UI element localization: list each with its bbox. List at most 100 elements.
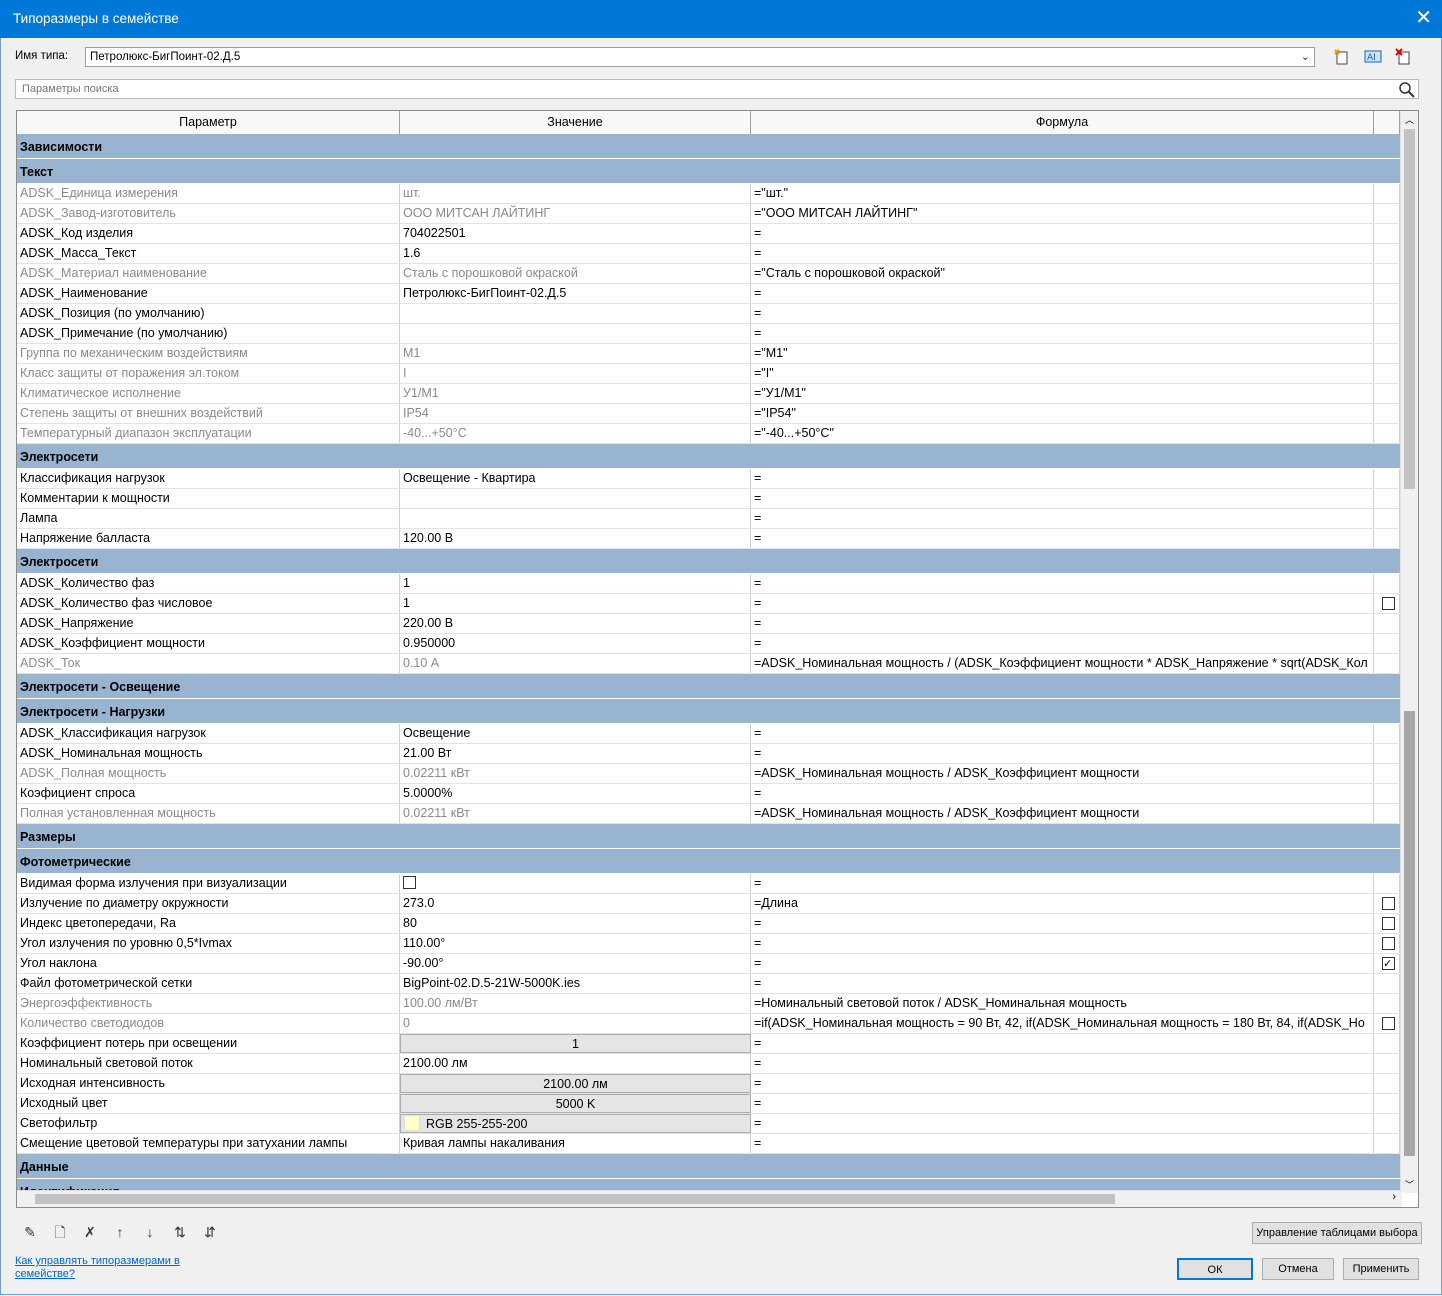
- parameter-row[interactable]: ADSK_Позиция (по умолчанию) =: [17, 304, 1400, 324]
- cancel-button[interactable]: Отмена: [1262, 1258, 1334, 1280]
- parameter-formula[interactable]: =: [751, 954, 1374, 973]
- parameter-row[interactable]: ADSK_Номинальная мощность 21.00 Вт =: [17, 744, 1400, 764]
- parameter-row[interactable]: Климатическое исполнение У1/М1 ="У1/М1": [17, 384, 1400, 404]
- parameter-row[interactable]: Номинальный световой поток 2100.00 лм =: [17, 1054, 1400, 1074]
- parameter-value[interactable]: У1/М1: [400, 384, 751, 403]
- parameter-row[interactable]: Коэффициент потерь при освещении 1 =: [17, 1034, 1400, 1054]
- parameter-formula[interactable]: =: [751, 574, 1374, 593]
- lock-checkbox[interactable]: [1382, 897, 1395, 910]
- parameter-row[interactable]: Классификация нагрузок Освещение - Кварти…: [17, 469, 1400, 489]
- parameter-value[interactable]: [400, 509, 751, 528]
- parameter-row[interactable]: Излучение по диаметру окружности 273.0 =Дл…: [17, 894, 1400, 914]
- manage-lookup-tables-button[interactable]: Управление таблицами выбора: [1252, 1222, 1422, 1244]
- parameter-row[interactable]: Видимая форма излучения при визуализации…: [17, 874, 1400, 894]
- vertical-scrollbar[interactable]: ︿ ﹀: [1400, 111, 1418, 1193]
- parameter-formula[interactable]: =: [751, 784, 1374, 803]
- parameter-formula[interactable]: ="I": [751, 364, 1374, 383]
- parameter-row[interactable]: ADSK_Масса_Текст 1.6 =: [17, 244, 1400, 264]
- parameter-row[interactable]: Исходный цвет 5000 K =: [17, 1094, 1400, 1114]
- parameter-row[interactable]: ADSK_Ток 0.10 А =ADSK_Номинальная мощность…: [17, 654, 1400, 674]
- parameter-row[interactable]: ADSK_Полная мощность 0.02211 кВт =ADSK_Ном…: [17, 764, 1400, 784]
- parameter-formula[interactable]: =ADSK_Номинальная мощность / (ADSK_Коэфф…: [751, 654, 1374, 673]
- parameter-row[interactable]: Количество светодиодов 0 =if(ADSK_Номиналь…: [17, 1014, 1400, 1034]
- search-input[interactable]: [20, 82, 1394, 96]
- parameter-row[interactable]: Группа по механическим воздействиям М1 ="М…: [17, 344, 1400, 364]
- parameter-value[interactable]: 1: [400, 594, 751, 613]
- parameter-value[interactable]: -40...+50°С: [400, 424, 751, 443]
- parameter-formula[interactable]: =: [751, 324, 1374, 343]
- parameter-row[interactable]: ADSK_Коэффициент мощности 0.950000 =: [17, 634, 1400, 654]
- search-icon[interactable]: [1398, 81, 1416, 98]
- value-button[interactable]: RGB 255-255-200: [400, 1114, 751, 1133]
- parameter-value[interactable]: 110.00°: [400, 934, 751, 953]
- parameter-row[interactable]: Угол излучения по уровню 0,5*Ivmax 110.00…: [17, 934, 1400, 954]
- parameter-formula[interactable]: ="М1": [751, 344, 1374, 363]
- group-header[interactable]: Размеры: [17, 824, 1400, 849]
- lock-checkbox[interactable]: [1382, 1017, 1395, 1030]
- horizontal-scroll-thumb[interactable]: [35, 1194, 1115, 1204]
- parameter-formula[interactable]: ="ООО МИТСАН ЛАЙТИНГ": [751, 204, 1374, 223]
- parameter-row[interactable]: Энергоэффективность 100.00 лм/Вт =Номиналь…: [17, 994, 1400, 1014]
- parameter-formula[interactable]: =Номинальный световой поток / ADSK_Номин…: [751, 994, 1374, 1013]
- sort-asc-icon[interactable]: ⇅: [170, 1223, 190, 1243]
- lock-checkbox[interactable]: [1382, 955, 1395, 973]
- pencil-icon[interactable]: ✎: [20, 1223, 40, 1243]
- parameter-formula[interactable]: ="IP54": [751, 404, 1374, 423]
- parameter-formula[interactable]: =: [751, 724, 1374, 743]
- column-header-value[interactable]: Значение: [400, 111, 751, 134]
- close-icon[interactable]: ✕: [1415, 8, 1432, 28]
- parameter-value[interactable]: 0.02211 кВт: [400, 764, 751, 783]
- parameter-formula[interactable]: =: [751, 914, 1374, 933]
- parameter-formula[interactable]: ="-40...+50°С": [751, 424, 1374, 443]
- parameter-value[interactable]: 0.10 А: [400, 654, 751, 673]
- parameter-row[interactable]: ADSK_Количество фаз числовое 1 =: [17, 594, 1400, 614]
- parameter-row[interactable]: Файл фотометрической сетки BigPoint-02.D.…: [17, 974, 1400, 994]
- parameter-value[interactable]: [400, 874, 751, 893]
- parameter-row[interactable]: Напряжение балласта 120.00 В =: [17, 529, 1400, 549]
- parameter-formula[interactable]: =if(ADSK_Номинальная мощность = 90 Вт, 4…: [751, 1014, 1374, 1033]
- lock-checkbox[interactable]: [1382, 597, 1395, 610]
- lock-checkbox[interactable]: [1382, 937, 1395, 950]
- parameter-value[interactable]: 0.02211 кВт: [400, 804, 751, 823]
- parameter-value[interactable]: 5.0000%: [400, 784, 751, 803]
- parameter-formula[interactable]: =: [751, 1094, 1374, 1113]
- parameter-formula[interactable]: =: [751, 284, 1374, 303]
- search-box[interactable]: [15, 79, 1419, 99]
- parameter-row[interactable]: ADSK_Единица измерения шт. ="шт.": [17, 184, 1400, 204]
- parameter-row[interactable]: ADSK_Материал наименование Сталь с порошк…: [17, 264, 1400, 284]
- parameter-row[interactable]: Угол наклона -90.00° =: [17, 954, 1400, 974]
- group-header[interactable]: Текст: [17, 159, 1400, 184]
- parameter-value[interactable]: [400, 489, 751, 508]
- rename-type-icon[interactable]: AI: [1363, 47, 1383, 67]
- parameter-value[interactable]: IP54: [400, 404, 751, 423]
- parameter-value[interactable]: [400, 324, 751, 343]
- parameter-value[interactable]: Кривая лампы накаливания: [400, 1134, 751, 1153]
- scroll-up-arrow[interactable]: ︿: [1405, 113, 1414, 126]
- parameter-row[interactable]: Температурный диапазон эксплуатации -40..…: [17, 424, 1400, 444]
- apply-button[interactable]: Применить: [1343, 1258, 1419, 1280]
- column-header-formula[interactable]: Формула: [751, 111, 1374, 134]
- sort-desc-icon[interactable]: ⇵: [200, 1223, 220, 1243]
- group-header[interactable]: Электросети - Освещение: [17, 674, 1400, 699]
- vertical-scroll-thumb[interactable]: [1404, 129, 1415, 489]
- parameter-value[interactable]: ООО МИТСАН ЛАЙТИНГ: [400, 204, 751, 223]
- parameter-formula[interactable]: =: [751, 744, 1374, 763]
- value-button[interactable]: 2100.00 лм: [400, 1074, 751, 1093]
- parameter-value[interactable]: 100.00 лм/Вт: [400, 994, 751, 1013]
- value-button[interactable]: 5000 K: [400, 1094, 751, 1113]
- value-checkbox[interactable]: [403, 876, 416, 889]
- parameter-row[interactable]: ADSK_Примечание (по умолчанию) =: [17, 324, 1400, 344]
- parameter-row[interactable]: ADSK_Классификация нагрузок Освещение =: [17, 724, 1400, 744]
- parameter-formula[interactable]: =: [751, 1074, 1374, 1093]
- parameter-formula[interactable]: =: [751, 874, 1374, 893]
- parameter-value[interactable]: Петролюкс-БигПоинт-02.Д.5: [400, 284, 751, 303]
- parameter-formula[interactable]: =: [751, 1054, 1374, 1073]
- chevron-down-icon[interactable]: ⌄: [1301, 50, 1310, 63]
- parameter-row[interactable]: Полная установленная мощность 0.02211 кВт…: [17, 804, 1400, 824]
- parameter-row[interactable]: Класс защиты от поражения эл.током I ="I": [17, 364, 1400, 384]
- group-header[interactable]: Электросети - Нагрузки: [17, 699, 1400, 724]
- parameter-formula[interactable]: =: [751, 509, 1374, 528]
- horizontal-scrollbar[interactable]: ›: [17, 1190, 1402, 1207]
- parameter-value[interactable]: -90.00°: [400, 954, 751, 973]
- group-header[interactable]: Электросети: [17, 444, 1400, 469]
